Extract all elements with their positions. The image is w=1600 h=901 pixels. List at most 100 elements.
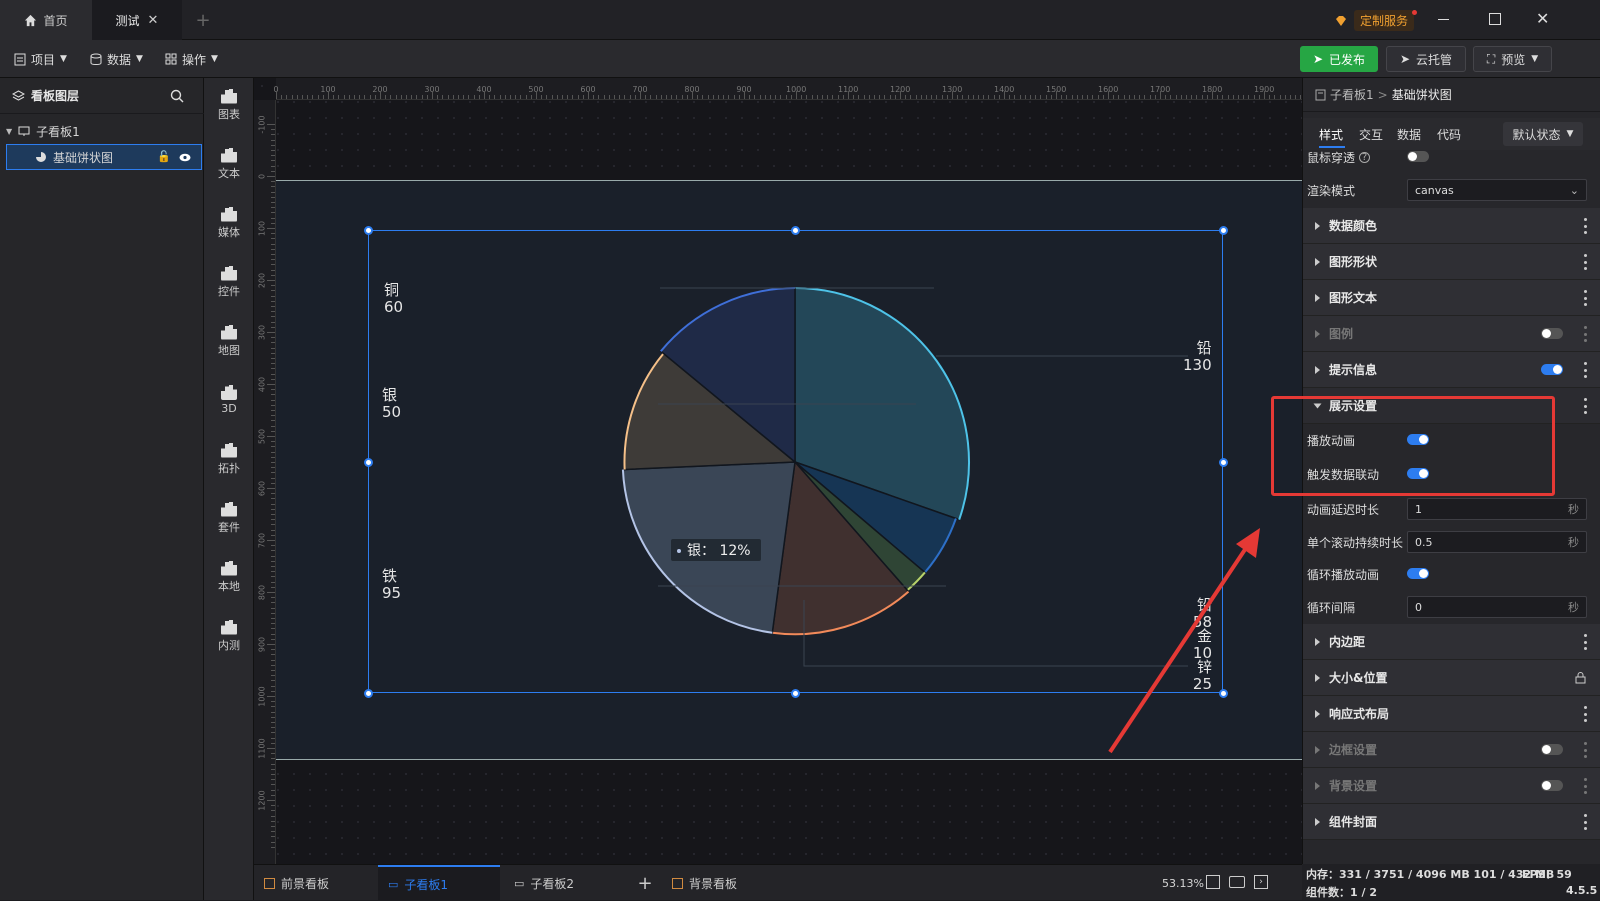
rail-item-2[interactable]: 媒体 [204, 198, 254, 248]
section-border[interactable]: 边框设置 [1303, 732, 1600, 768]
eye-icon[interactable] [179, 153, 191, 162]
ruler-mark [681, 95, 683, 99]
section-padding[interactable]: 内边距 [1303, 624, 1600, 660]
section-responsive[interactable]: 响应式布局 [1303, 696, 1600, 732]
pie-label-tie: 铁 95 [382, 568, 401, 602]
tab-data[interactable]: 数据 [1397, 126, 1421, 143]
ruler-mark [271, 602, 275, 604]
rail-item-label: 媒体 [218, 225, 240, 239]
more-icon[interactable] [1583, 814, 1587, 830]
ruler-mark [267, 228, 275, 229]
maximize-icon[interactable] [1489, 13, 1501, 25]
tab-subboard1[interactable]: ▭ 子看板1 [378, 865, 500, 901]
window-close-icon[interactable]: ✕ [1536, 9, 1549, 28]
tree-item-pie-chart[interactable]: 基础饼状图 🔓 [6, 144, 202, 170]
loop-anim-toggle[interactable] [1407, 568, 1429, 579]
background-toggle[interactable] [1541, 780, 1563, 791]
minimize-icon[interactable] [1438, 12, 1452, 26]
section-legend[interactable]: 图例 [1303, 316, 1600, 352]
rail-item-7[interactable]: 套件 [204, 493, 254, 543]
breadcrumb-parent[interactable]: 子看板1 [1330, 86, 1374, 103]
lock-icon[interactable] [1575, 671, 1586, 684]
more-icon[interactable] [1583, 778, 1587, 794]
rail-item-5[interactable]: 3D [204, 375, 254, 425]
tab-foreground[interactable]: 前景看板 [254, 865, 374, 901]
tab-code[interactable]: 代码 [1437, 126, 1461, 143]
section-data-color[interactable]: 数据颜色 [1303, 208, 1600, 244]
tooltip-toggle[interactable] [1541, 364, 1563, 375]
search-icon[interactable] [170, 89, 184, 103]
section-size-position[interactable]: 大小&位置 [1303, 660, 1600, 696]
section-shape[interactable]: 图形形状 [1303, 244, 1600, 280]
more-icon[interactable] [1583, 218, 1587, 234]
operate-menu[interactable]: 操作 ▼ [165, 40, 218, 78]
ruler-mark [931, 95, 933, 99]
cloud-host-button[interactable]: ➤ 云托管 [1386, 46, 1466, 72]
close-icon[interactable]: ✕ [148, 13, 159, 28]
unlock-icon[interactable]: 🔓 [157, 150, 171, 163]
ruler-mark [271, 477, 275, 479]
resize-handle[interactable] [791, 689, 800, 698]
more-icon[interactable] [1583, 634, 1587, 650]
ruler-mark [271, 560, 275, 562]
more-icon[interactable] [1583, 254, 1587, 270]
tab-interaction[interactable]: 交互 [1359, 126, 1383, 143]
state-select[interactable]: 默认状态 ▼ [1503, 122, 1583, 146]
tree-item-subboard[interactable]: ▼ 子看板1 [6, 120, 202, 142]
scroll-duration-input[interactable]: 0.5 秒 [1407, 531, 1587, 553]
more-icon[interactable] [1583, 742, 1587, 758]
rail-item-4[interactable]: 地图 [204, 316, 254, 366]
fit-screen-icon[interactable] [1206, 875, 1220, 889]
published-button[interactable]: ➤ 已发布 [1300, 46, 1378, 72]
ruler-mark [267, 280, 275, 281]
more-icon[interactable] [1583, 362, 1587, 378]
ruler-mark [1165, 95, 1167, 99]
resize-handle[interactable] [1219, 226, 1228, 235]
terminal-icon[interactable]: › [1254, 875, 1268, 889]
loop-interval-input[interactable]: 0秒 [1407, 596, 1587, 618]
selection-box[interactable] [368, 230, 1223, 693]
mouse-through-toggle[interactable] [1407, 151, 1429, 162]
render-mode-select[interactable]: canvas ⌄ [1407, 179, 1587, 201]
keyboard-icon[interactable] [1229, 876, 1245, 888]
more-icon[interactable] [1583, 290, 1587, 306]
resize-handle[interactable] [1219, 458, 1228, 467]
tab-active[interactable]: 测试 ✕ [92, 0, 182, 40]
tab-home[interactable]: 首页 [0, 0, 92, 40]
border-toggle[interactable] [1541, 744, 1563, 755]
section-tooltip[interactable]: 提示信息 [1303, 352, 1600, 388]
tab-style[interactable]: 样式 [1319, 126, 1343, 143]
tab-subboard2[interactable]: ▭ 子看板2 [504, 865, 624, 901]
rail-item-1[interactable]: 文本 [204, 139, 254, 189]
tab-background[interactable]: 背景看板 [662, 865, 782, 901]
section-shape-text[interactable]: 图形文本 [1303, 280, 1600, 316]
resize-handle[interactable] [364, 226, 373, 235]
ruler-mark [307, 95, 309, 99]
help-icon[interactable]: ? [1359, 151, 1371, 163]
rail-item-8[interactable]: 本地 [204, 552, 254, 602]
more-icon[interactable] [1583, 398, 1587, 414]
rail-item-3[interactable]: 控件 [204, 257, 254, 307]
resize-handle[interactable] [364, 689, 373, 698]
zoom-level[interactable]: 53.13% [1162, 877, 1204, 890]
section-background[interactable]: 背景设置 [1303, 768, 1600, 804]
project-menu[interactable]: 项目 ▼ [14, 40, 67, 78]
data-menu[interactable]: 数据 ▼ [90, 40, 143, 78]
ruler-mark [271, 623, 275, 625]
ruler-mark [650, 95, 652, 99]
preview-button[interactable]: ⛶ 预览 ▼ [1473, 46, 1552, 72]
resize-handle[interactable] [364, 458, 373, 467]
anim-delay-input[interactable]: 1秒 [1407, 498, 1587, 520]
custom-service-button[interactable]: 定制服务 [1334, 10, 1417, 31]
rail-item-0[interactable]: 图表 [204, 80, 254, 130]
more-icon[interactable] [1583, 326, 1587, 342]
legend-toggle[interactable] [1541, 328, 1563, 339]
more-icon[interactable] [1583, 706, 1587, 722]
add-board-icon[interactable]: + [628, 865, 662, 901]
rail-item-6[interactable]: 拓扑 [204, 434, 254, 484]
rail-item-9[interactable]: 内测 [204, 611, 254, 661]
section-cover[interactable]: 组件封面 [1303, 804, 1600, 840]
resize-handle[interactable] [791, 226, 800, 235]
add-tab-icon[interactable]: + [192, 0, 214, 40]
ruler-mark [271, 753, 275, 755]
